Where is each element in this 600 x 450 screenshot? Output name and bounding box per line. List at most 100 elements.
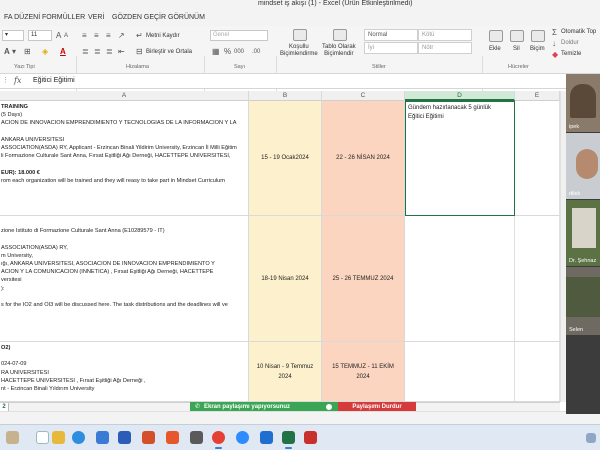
cancel-icon[interactable]: ⋮ xyxy=(2,76,9,86)
fill-button[interactable]: Doldur xyxy=(561,40,579,46)
widgets-icon[interactable] xyxy=(6,431,19,444)
cell-a-row1[interactable]: TRAINING (5 Days) ACION DE INNOVACION EM… xyxy=(0,101,249,216)
cells-group-label: Hücreler xyxy=(508,64,529,70)
align-right-icon[interactable]: ≣ xyxy=(106,47,113,57)
search-icon[interactable] xyxy=(36,431,49,444)
tab-page-layout[interactable]: FA DÜZENİ xyxy=(4,14,40,21)
cell-a-row3[interactable]: O2) 024-07-09 RA UNIVERSITESI HACETTEPE … xyxy=(0,342,249,402)
cell-b-row1[interactable]: 15 - 19 Ocak2024 xyxy=(249,101,322,216)
grow-font-icon[interactable]: A xyxy=(56,31,61,41)
formula-input[interactable]: Eğitici Eğitimi xyxy=(33,77,75,84)
wrap-text-icon[interactable]: ↵ xyxy=(136,31,143,41)
participant-tile[interactable]: ipek xyxy=(566,74,600,132)
cell-e-row1[interactable] xyxy=(515,101,560,216)
cell-a-row2[interactable]: zione Istituto di Formazione Culturale S… xyxy=(0,216,249,342)
format-cells-button[interactable]: Biçim xyxy=(530,46,545,52)
align-center-icon[interactable]: ≣ xyxy=(94,47,101,57)
participant-video xyxy=(572,208,596,248)
merge-icon[interactable]: ⊟ xyxy=(136,47,143,57)
style-good[interactable]: İyi xyxy=(364,42,418,54)
cell-d-row1-selected[interactable]: Gündem hazırlanacak 5 günlük Eğitici Eği… xyxy=(405,101,515,216)
cell-c-row1[interactable]: 22 - 26 NİSAN 2024 xyxy=(322,101,405,216)
style-normal[interactable]: Normal xyxy=(364,29,418,41)
cell-line xyxy=(0,128,248,136)
cell-d-row2[interactable] xyxy=(405,216,515,342)
column-header-d[interactable]: D xyxy=(405,91,515,101)
cell-c-row3[interactable]: 15 TEMMUZ - 11 EKİM 2024 xyxy=(322,342,405,402)
fill-color-icon[interactable]: ◈ xyxy=(42,47,48,57)
participant-tile[interactable]: dilek xyxy=(566,133,600,199)
fill-icon[interactable]: ↓ xyxy=(552,39,556,49)
cell-d-row3[interactable] xyxy=(405,342,515,402)
word-icon[interactable] xyxy=(118,431,131,444)
column-headers: A B C D E xyxy=(0,91,560,101)
cell-line: nt - Erzincan Binali Yıldırım University xyxy=(1,386,95,393)
merge-center-button[interactable]: Birleştir ve Ortala xyxy=(146,49,192,55)
title-bar: mindset iş akışı (1) - Excel (Ürün Etkin… xyxy=(0,0,600,10)
edge-icon[interactable] xyxy=(72,431,85,444)
column-header-b[interactable]: B xyxy=(249,91,322,101)
pdf-icon[interactable] xyxy=(304,431,317,444)
clear-icon[interactable]: ◆ xyxy=(552,50,558,60)
indent-icon[interactable]: ⇤ xyxy=(118,47,125,57)
photos-icon[interactable] xyxy=(96,431,109,444)
excel-icon[interactable] xyxy=(282,431,295,449)
mail-icon[interactable] xyxy=(260,431,273,444)
font-color-icon[interactable]: A xyxy=(60,47,66,57)
autosum-button[interactable]: Otomatik Top xyxy=(561,29,596,35)
align-left-icon[interactable]: ≣ xyxy=(82,47,89,57)
style-bad[interactable]: Kötü xyxy=(418,29,472,41)
delete-cells-button[interactable]: Sil xyxy=(513,46,520,52)
borders-icon[interactable]: ⊞ xyxy=(24,47,31,57)
cell-e-row3[interactable] xyxy=(515,342,560,402)
insert-cells-button[interactable]: Ekle xyxy=(489,46,501,52)
autosum-icon[interactable]: Σ xyxy=(552,28,557,38)
cell-e-row2[interactable] xyxy=(515,216,560,342)
column-header-c[interactable]: C xyxy=(322,91,405,101)
cell-c-row2[interactable]: 25 - 26 TEMMUZ 2024 xyxy=(322,216,405,342)
percent-icon[interactable]: % xyxy=(224,47,231,57)
powerpoint-icon[interactable] xyxy=(142,431,155,444)
column-header-a[interactable]: A xyxy=(0,91,249,101)
ribbon-tabs: FA DÜZENİ FORMÜLLER VERİ GÖZDEN GEÇİR GÖ… xyxy=(0,10,600,26)
participant-name: Selen xyxy=(569,327,584,333)
tab-review[interactable]: GÖZDEN GEÇİR xyxy=(112,14,166,21)
notification-icon[interactable] xyxy=(586,433,596,443)
zoom-icon[interactable] xyxy=(236,431,249,444)
border-icon[interactable]: ▾ xyxy=(12,47,16,57)
font-size-box[interactable]: 11 xyxy=(28,30,52,41)
cell-b-row3[interactable]: 10 Nisan - 9 Temmuz 2024 xyxy=(249,342,322,402)
format-as-table-button[interactable]: Tablo Olarak Biçimlendir xyxy=(322,44,356,58)
align-middle-icon[interactable]: ≡ xyxy=(94,31,99,41)
conditional-format-button[interactable]: Koşullu Biçimlendirme xyxy=(280,44,318,58)
decimal-icon[interactable]: .00 xyxy=(252,47,260,57)
column-header-e[interactable]: E xyxy=(515,91,560,101)
participant-tile[interactable]: Dr. Şehnaz xyxy=(566,200,600,266)
clear-button[interactable]: Temizle xyxy=(561,51,581,57)
style-neutral[interactable]: Nötr xyxy=(418,42,472,54)
fx-icon[interactable]: fx xyxy=(14,76,21,85)
shrink-font-icon[interactable]: A xyxy=(64,31,68,41)
participant-video xyxy=(570,84,596,118)
cell-line: O2) xyxy=(1,345,11,351)
number-format-select[interactable]: Genel xyxy=(210,30,268,41)
tab-view[interactable]: GÖRÜNÜM xyxy=(168,14,205,21)
comma-icon[interactable]: 000 xyxy=(234,47,244,57)
bold-icon[interactable]: A xyxy=(4,47,10,57)
participant-tile[interactable]: Selen xyxy=(566,267,600,335)
cell-line: s for the IO2 and OI3 will be discussed … xyxy=(1,302,228,309)
office-icon[interactable] xyxy=(166,431,179,444)
orientation-icon[interactable]: ↗ xyxy=(118,31,125,41)
tab-data[interactable]: VERİ xyxy=(88,14,104,21)
tab-formulas[interactable]: FORMÜLLER xyxy=(42,14,85,21)
currency-icon[interactable]: ▦ xyxy=(212,47,220,57)
chrome-icon[interactable] xyxy=(212,431,225,449)
game-icon[interactable] xyxy=(190,431,203,444)
font-name-box[interactable]: ▾ xyxy=(2,30,24,41)
align-top-icon[interactable]: ≡ xyxy=(82,31,87,41)
file-explorer-icon[interactable] xyxy=(52,431,65,444)
status-bar xyxy=(0,411,600,424)
align-bottom-icon[interactable]: ≡ xyxy=(106,31,111,41)
wrap-text-button[interactable]: Metni Kaydır xyxy=(146,33,180,39)
cell-b-row2[interactable]: 18-19 Nisan 2024 xyxy=(249,216,322,342)
